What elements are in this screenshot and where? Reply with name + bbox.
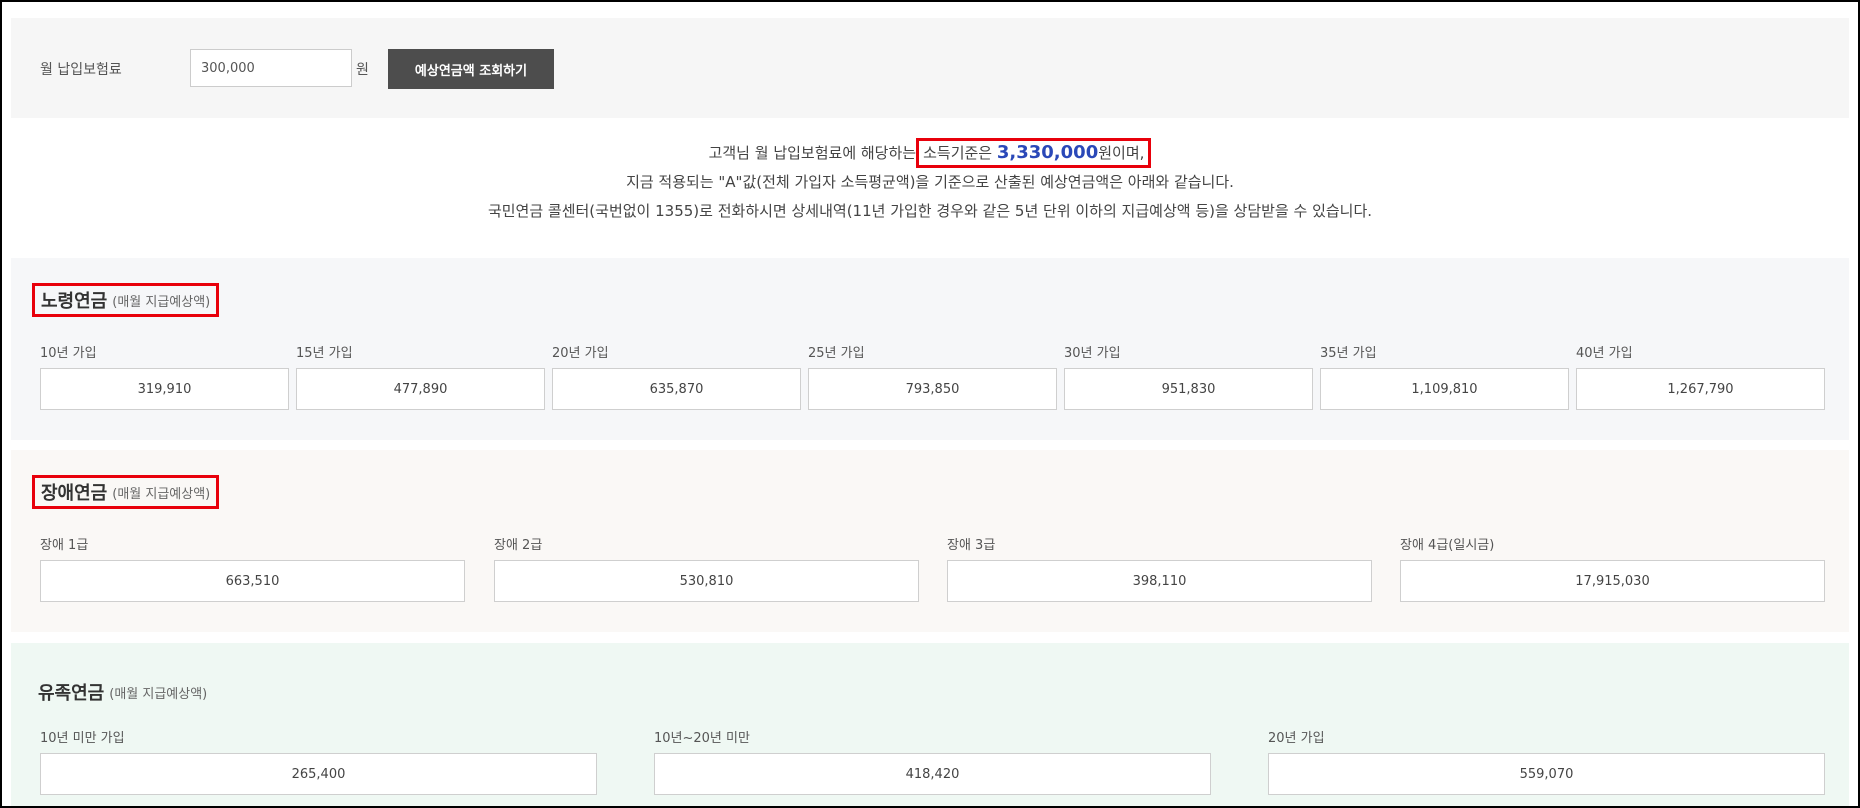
info-line-1: 고객님 월 납입보험료에 해당하는 소득기준은 3,330,000원이며, [0,138,1860,168]
disability-label: 장애 1급 [40,538,89,553]
old-age-value: 1,267,790 [1576,368,1825,410]
old-age-label: 20년 가입 [552,346,609,361]
old-age-value: 319,910 [40,368,289,410]
info-line-3: 국민연금 콜센터(국번없이 1355)로 전화하시면 상세내역(11년 가입한 … [487,202,1373,220]
income-suffix: 원이며, [1098,144,1145,162]
survivor-label: 10년 미만 가입 [40,731,125,746]
disability-subtitle: (매월 지급예상액) [112,486,211,502]
survivor-value: 265,400 [40,753,597,795]
old-age-label: 40년 가입 [1576,346,1633,361]
survivor-value: 418,420 [654,753,1211,795]
survivor-subtitle: (매월 지급예상액) [109,686,208,702]
old-age-label: 15년 가입 [296,346,353,361]
disability-section: 장애연금 (매월 지급예상액) 장애 1급 663,510 장애 2급 530,8… [11,450,1849,632]
old-age-label: 25년 가입 [808,346,865,361]
income-prefix: 소득기준은 [923,144,997,162]
info-line-2: 지금 적용되는 "A"값(전체 가입자 소득평균액)을 기준으로 산출된 예상연… [626,173,1234,191]
old-age-section: 노령연금 (매월 지급예상액) 10년 가입 319,910 15년 가입 477… [11,258,1849,440]
disability-title: 장애연금 (매월 지급예상액) [32,475,220,509]
query-button[interactable]: 예상연금액 조회하기 [388,49,554,89]
survivor-label: 20년 가입 [1268,731,1325,746]
income-highlight: 소득기준은 3,330,000원이며, [916,138,1152,168]
old-age-value: 793,850 [808,368,1057,410]
result-info: 고객님 월 납입보험료에 해당하는 소득기준은 3,330,000원이며, 지금 … [0,138,1860,226]
old-age-value: 1,109,810 [1320,368,1569,410]
old-age-value: 635,870 [552,368,801,410]
premium-input[interactable] [190,49,352,87]
premium-label: 월 납입보험료 [40,62,122,78]
info-line-1-text: 고객님 월 납입보험료에 해당하는 [708,144,917,162]
disability-label: 장애 2급 [494,538,543,553]
disability-value: 530,810 [494,560,919,602]
disability-value: 17,915,030 [1400,560,1825,602]
old-age-title: 노령연금 (매월 지급예상액) [32,283,220,317]
survivor-label: 10년~20년 미만 [654,731,750,746]
income-amount: 3,330,000 [996,142,1099,163]
old-age-label: 35년 가입 [1320,346,1377,361]
survivor-title-text: 유족연금 [38,683,105,704]
survivor-value: 559,070 [1268,753,1825,795]
disability-value: 398,110 [947,560,1372,602]
old-age-label: 30년 가입 [1064,346,1121,361]
premium-panel: 월 납입보험료 원 예상연금액 조회하기 [11,18,1849,118]
premium-unit: 원 [356,62,369,78]
old-age-label: 10년 가입 [40,346,97,361]
old-age-subtitle: (매월 지급예상액) [112,294,211,310]
survivor-section: 유족연금 (매월 지급예상액) 10년 미만 가입 265,400 10년~20년… [11,643,1849,808]
old-age-title-text: 노령연금 [41,291,108,312]
disability-label: 장애 4급(일시금) [1400,538,1495,553]
old-age-value: 477,890 [296,368,545,410]
disability-label: 장애 3급 [947,538,996,553]
disability-value: 663,510 [40,560,465,602]
disability-title-text: 장애연금 [41,483,108,504]
old-age-value: 951,830 [1064,368,1313,410]
survivor-title: 유족연금 (매월 지급예상액) [32,675,213,709]
